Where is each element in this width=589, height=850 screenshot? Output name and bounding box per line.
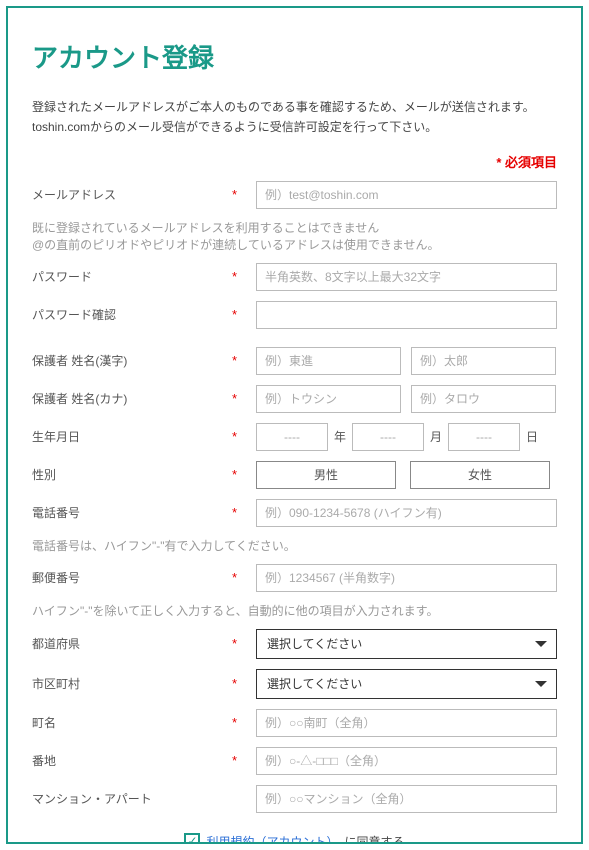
email-hint-1: 既に登録されているメールアドレスを利用することはできません [32, 219, 557, 236]
required-mark: * [232, 353, 256, 368]
email-input[interactable] [256, 181, 557, 209]
description-line-2: toshin.comからのメール受信ができるように受信許可設定を行って下さい。 [32, 117, 557, 137]
guardian-kana-mei-input[interactable] [411, 385, 556, 413]
phone-label: 電話番号 [32, 504, 232, 521]
gender-male-button[interactable]: 男性 [256, 461, 396, 489]
month-label: 月 [430, 428, 442, 445]
birth-year-input[interactable] [256, 423, 328, 451]
day-label: 日 [526, 428, 538, 445]
town-input[interactable] [256, 709, 557, 737]
guardian-kanji-mei-input[interactable] [411, 347, 556, 375]
year-label: 年 [334, 428, 346, 445]
description-line-1: 登録されたメールアドレスがご本人のものである事を確認するため、メールが送信されま… [32, 97, 557, 117]
prefecture-label: 都道府県 [32, 635, 232, 652]
required-mark: * [232, 753, 256, 768]
city-label: 市区町村 [32, 675, 232, 692]
password-label: パスワード [32, 268, 232, 285]
block-label: 番地 [32, 752, 232, 769]
description: 登録されたメールアドレスがご本人のものである事を確認するため、メールが送信されま… [32, 97, 557, 138]
email-hint-2: @の直前のピリオドやピリオドが連続しているアドレスは使用できません。 [32, 236, 557, 253]
required-mark: * [232, 187, 256, 202]
birth-day-input[interactable] [448, 423, 520, 451]
required-mark: * [232, 715, 256, 730]
city-select[interactable]: 選択してください [256, 669, 557, 699]
guardian-kana-sei-input[interactable] [256, 385, 401, 413]
town-label: 町名 [32, 714, 232, 731]
guardian-kanji-sei-input[interactable] [256, 347, 401, 375]
required-mark: * [232, 269, 256, 284]
guardian-kana-label: 保護者 姓名(カナ) [32, 390, 232, 407]
postal-label: 郵便番号 [32, 569, 232, 586]
required-mark: * [232, 391, 256, 406]
terms-link[interactable]: 利用規約（アカウント） [206, 833, 338, 844]
required-mark: * [232, 636, 256, 651]
phone-hint: 電話番号は、ハイフン"-"有で入力してください。 [32, 537, 557, 554]
email-hint: 既に登録されているメールアドレスを利用することはできません @の直前のピリオドや… [32, 219, 557, 253]
consent-checkbox[interactable]: ✓ [184, 833, 200, 844]
required-mark: * [232, 676, 256, 691]
birth-month-input[interactable] [352, 423, 424, 451]
required-note: * 必須項目 [32, 152, 557, 171]
gender-female-button[interactable]: 女性 [410, 461, 550, 489]
gender-label: 性別 [32, 466, 232, 483]
required-mark: * [232, 570, 256, 585]
guardian-kanji-label: 保護者 姓名(漢字) [32, 352, 232, 369]
required-mark: * [232, 429, 256, 444]
building-label: マンション・アパート [32, 790, 232, 807]
password-confirm-label: パスワード確認 [32, 306, 232, 323]
building-input[interactable] [256, 785, 557, 813]
password-input[interactable] [256, 263, 557, 291]
required-mark: * [232, 467, 256, 482]
postal-input[interactable] [256, 564, 557, 592]
email-label: メールアドレス [32, 186, 232, 203]
required-mark: * [232, 505, 256, 520]
consent-text: に同意する [345, 833, 405, 844]
password-confirm-input[interactable] [256, 301, 557, 329]
page-title: アカウント登録 [32, 38, 557, 75]
phone-input[interactable] [256, 499, 557, 527]
required-mark: * [232, 307, 256, 322]
block-input[interactable] [256, 747, 557, 775]
prefecture-select[interactable]: 選択してください [256, 629, 557, 659]
postal-hint: ハイフン"-"を除いて正しく入力すると、自動的に他の項目が入力されます。 [32, 602, 557, 619]
birthdate-label: 生年月日 [32, 428, 232, 445]
